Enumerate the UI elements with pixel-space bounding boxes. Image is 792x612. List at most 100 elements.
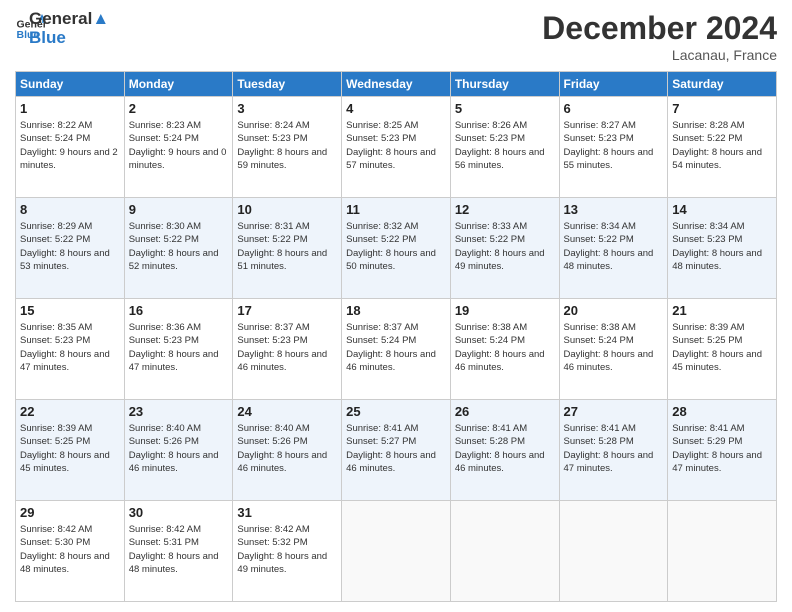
sunrise-text: Sunrise: 8:35 AM xyxy=(20,322,92,333)
daylight-text: Daylight: 8 hours and 51 minutes. xyxy=(237,248,327,272)
calendar-cell: 20Sunrise: 8:38 AMSunset: 5:24 PMDayligh… xyxy=(559,299,668,400)
daylight-text: Daylight: 8 hours and 52 minutes. xyxy=(129,248,219,272)
daylight-text: Daylight: 8 hours and 46 minutes. xyxy=(346,450,436,474)
daylight-text: Daylight: 9 hours and 2 minutes. xyxy=(20,147,118,171)
daylight-text: Daylight: 8 hours and 47 minutes. xyxy=(672,450,762,474)
calendar-cell: 7Sunrise: 8:28 AMSunset: 5:22 PMDaylight… xyxy=(668,97,777,198)
day-number: 19 xyxy=(455,302,555,320)
day-number: 5 xyxy=(455,100,555,118)
daylight-text: Daylight: 8 hours and 45 minutes. xyxy=(20,450,110,474)
daylight-text: Daylight: 8 hours and 50 minutes. xyxy=(346,248,436,272)
calendar-cell: 18Sunrise: 8:37 AMSunset: 5:24 PMDayligh… xyxy=(342,299,451,400)
sunset-text: Sunset: 5:28 PM xyxy=(564,436,634,447)
sunrise-text: Sunrise: 8:37 AM xyxy=(237,322,309,333)
sunset-text: Sunset: 5:31 PM xyxy=(129,537,199,548)
calendar-cell: 19Sunrise: 8:38 AMSunset: 5:24 PMDayligh… xyxy=(450,299,559,400)
day-number: 10 xyxy=(237,201,337,219)
sunrise-text: Sunrise: 8:40 AM xyxy=(237,423,309,434)
day-number: 30 xyxy=(129,504,229,522)
day-number: 7 xyxy=(672,100,772,118)
title-block: December 2024 Lacanau, France xyxy=(542,10,777,63)
location: Lacanau, France xyxy=(542,47,777,63)
calendar-cell: 6Sunrise: 8:27 AMSunset: 5:23 PMDaylight… xyxy=(559,97,668,198)
sunrise-text: Sunrise: 8:39 AM xyxy=(672,322,744,333)
daylight-text: Daylight: 8 hours and 46 minutes. xyxy=(455,349,545,373)
daylight-text: Daylight: 8 hours and 46 minutes. xyxy=(346,349,436,373)
header: General Blue General▲ Blue December 2024… xyxy=(15,10,777,63)
calendar-cell: 30Sunrise: 8:42 AMSunset: 5:31 PMDayligh… xyxy=(124,501,233,602)
calendar-table: Sunday Monday Tuesday Wednesday Thursday… xyxy=(15,71,777,602)
calendar-cell: 23Sunrise: 8:40 AMSunset: 5:26 PMDayligh… xyxy=(124,400,233,501)
day-number: 23 xyxy=(129,403,229,421)
sunset-text: Sunset: 5:29 PM xyxy=(672,436,742,447)
calendar-cell: 26Sunrise: 8:41 AMSunset: 5:28 PMDayligh… xyxy=(450,400,559,501)
daylight-text: Daylight: 8 hours and 48 minutes. xyxy=(672,248,762,272)
daylight-text: Daylight: 8 hours and 54 minutes. xyxy=(672,147,762,171)
calendar-cell xyxy=(342,501,451,602)
col-saturday: Saturday xyxy=(668,72,777,97)
calendar-header-row: Sunday Monday Tuesday Wednesday Thursday… xyxy=(16,72,777,97)
sunset-text: Sunset: 5:30 PM xyxy=(20,537,90,548)
sunset-text: Sunset: 5:25 PM xyxy=(672,335,742,346)
sunrise-text: Sunrise: 8:29 AM xyxy=(20,221,92,232)
day-number: 24 xyxy=(237,403,337,421)
sunrise-text: Sunrise: 8:36 AM xyxy=(129,322,201,333)
daylight-text: Daylight: 8 hours and 48 minutes. xyxy=(20,551,110,575)
day-number: 27 xyxy=(564,403,664,421)
day-number: 18 xyxy=(346,302,446,320)
col-monday: Monday xyxy=(124,72,233,97)
calendar-week-row: 29 Sunrise: 8:42 AM Sunset: 5:30 PM Dayligh… xyxy=(16,501,777,602)
sunrise-text: Sunrise: 8:42 AM xyxy=(237,524,309,535)
sunset-text: Sunset: 5:22 PM xyxy=(455,234,525,245)
daylight-text: Daylight: 8 hours and 46 minutes. xyxy=(237,450,327,474)
day-number: 20 xyxy=(564,302,664,320)
sunrise-text: Sunrise: 8:41 AM xyxy=(455,423,527,434)
calendar-cell: 4Sunrise: 8:25 AMSunset: 5:23 PMDaylight… xyxy=(342,97,451,198)
day-number: 15 xyxy=(20,302,120,320)
calendar-cell: 16Sunrise: 8:36 AMSunset: 5:23 PMDayligh… xyxy=(124,299,233,400)
col-thursday: Thursday xyxy=(450,72,559,97)
sunset-text: Sunset: 5:23 PM xyxy=(237,335,307,346)
sunset-text: Sunset: 5:23 PM xyxy=(455,133,525,144)
calendar-cell: 2Sunrise: 8:23 AMSunset: 5:24 PMDaylight… xyxy=(124,97,233,198)
sunset-text: Sunset: 5:26 PM xyxy=(129,436,199,447)
sunrise-text: Sunrise: 8:41 AM xyxy=(672,423,744,434)
daylight-text: Daylight: 8 hours and 45 minutes. xyxy=(672,349,762,373)
sunrise-text: Sunrise: 8:33 AM xyxy=(455,221,527,232)
day-number: 2 xyxy=(129,100,229,118)
sunset-text: Sunset: 5:24 PM xyxy=(564,335,634,346)
day-number: 6 xyxy=(564,100,664,118)
calendar-cell: 24Sunrise: 8:40 AMSunset: 5:26 PMDayligh… xyxy=(233,400,342,501)
daylight-text: Daylight: 8 hours and 47 minutes. xyxy=(129,349,219,373)
day-number: 21 xyxy=(672,302,772,320)
calendar-week-row: 1Sunrise: 8:22 AMSunset: 5:24 PMDaylight… xyxy=(16,97,777,198)
sunset-text: Sunset: 5:25 PM xyxy=(20,436,90,447)
sunset-text: Sunset: 5:27 PM xyxy=(346,436,416,447)
calendar-cell: 27Sunrise: 8:41 AMSunset: 5:28 PMDayligh… xyxy=(559,400,668,501)
daylight-text: Daylight: 8 hours and 46 minutes. xyxy=(455,450,545,474)
sunset-text: Sunset: 5:23 PM xyxy=(672,234,742,245)
daylight-text: Daylight: 9 hours and 0 minutes. xyxy=(129,147,227,171)
day-number: 1 xyxy=(20,100,120,118)
col-wednesday: Wednesday xyxy=(342,72,451,97)
day-number: 16 xyxy=(129,302,229,320)
sunset-text: Sunset: 5:24 PM xyxy=(455,335,525,346)
sunrise-text: Sunrise: 8:39 AM xyxy=(20,423,92,434)
sunset-text: Sunset: 5:23 PM xyxy=(20,335,90,346)
logo-text-general: General▲ xyxy=(29,10,109,29)
day-number: 28 xyxy=(672,403,772,421)
sunset-text: Sunset: 5:24 PM xyxy=(20,133,90,144)
day-number: 9 xyxy=(129,201,229,219)
sunrise-text: Sunrise: 8:25 AM xyxy=(346,120,418,131)
sunrise-text: Sunrise: 8:34 AM xyxy=(672,221,744,232)
daylight-text: Daylight: 8 hours and 55 minutes. xyxy=(564,147,654,171)
daylight-text: Daylight: 8 hours and 49 minutes. xyxy=(237,551,327,575)
sunrise-text: Sunrise: 8:30 AM xyxy=(129,221,201,232)
sunset-text: Sunset: 5:32 PM xyxy=(237,537,307,548)
day-number: 29 xyxy=(20,504,120,522)
calendar-cell: 10Sunrise: 8:31 AMSunset: 5:22 PMDayligh… xyxy=(233,198,342,299)
sunset-text: Sunset: 5:24 PM xyxy=(346,335,416,346)
sunrise-text: Sunrise: 8:26 AM xyxy=(455,120,527,131)
sunset-text: Sunset: 5:24 PM xyxy=(129,133,199,144)
sunrise-text: Sunrise: 8:34 AM xyxy=(564,221,636,232)
